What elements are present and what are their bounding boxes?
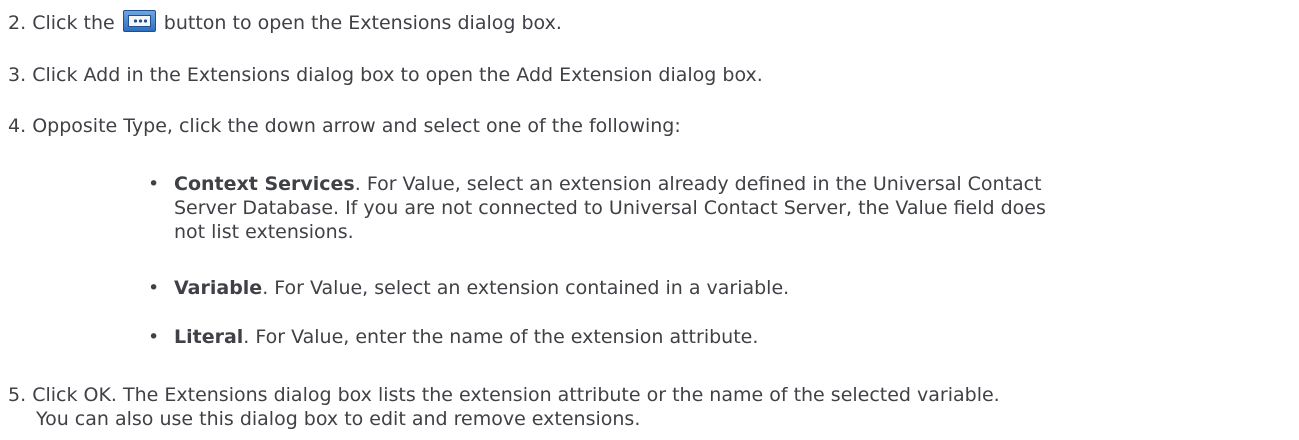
list-item-context-services: • Context Services. For Value, select an … <box>148 172 1046 244</box>
step-text-line-2: You can also use this dialog box to edit… <box>36 408 641 430</box>
term-literal: Literal <box>174 326 244 348</box>
step-number: 4. <box>8 115 27 137</box>
bullet-text-line-2: Server Database. If you are not connecte… <box>174 197 1046 219</box>
step-3: 3. Click Add in the Extensions dialog bo… <box>8 63 763 87</box>
bullet-icon: • <box>148 277 160 299</box>
bullet-text: . For Value, select an extension already… <box>354 173 1042 195</box>
step-text: Click OK. The Extensions dialog box list… <box>32 384 1000 406</box>
bullet-icon: • <box>148 173 160 195</box>
step-2: 2. Click the button to open the Extensio… <box>8 10 562 35</box>
step-number: 2. <box>8 12 27 34</box>
list-item-literal: • Literal. For Value, enter the name of t… <box>148 325 758 349</box>
step-text: Opposite Type, click the down arrow and … <box>32 115 681 137</box>
step-text: Click the <box>32 12 115 34</box>
step-number: 3. <box>8 64 27 86</box>
ellipsis-icon <box>132 19 147 23</box>
step-text: button to open the Extensions dialog box… <box>163 12 562 34</box>
extensions-dialog-button-icon <box>122 10 156 32</box>
step-text: Click Add in the Extensions dialog box t… <box>32 64 763 86</box>
bullet-icon: • <box>148 326 160 348</box>
dialog-window-icon <box>127 15 151 27</box>
bullet-text: . For Value, enter the name of the exten… <box>243 326 759 348</box>
bullet-text-line-3: not list extensions. <box>174 221 354 243</box>
bullet-text: . For Value, select an extension contain… <box>262 277 790 299</box>
list-item-variable: • Variable. For Value, select an extensio… <box>148 276 789 300</box>
term-context-services: Context Services <box>174 173 355 195</box>
term-variable: Variable <box>174 277 263 299</box>
step-4: 4. Opposite Type, click the down arrow a… <box>8 114 681 138</box>
step-5: 5. Click OK. The Extensions dialog box l… <box>8 383 1000 431</box>
step-number: 5. <box>8 384 27 406</box>
